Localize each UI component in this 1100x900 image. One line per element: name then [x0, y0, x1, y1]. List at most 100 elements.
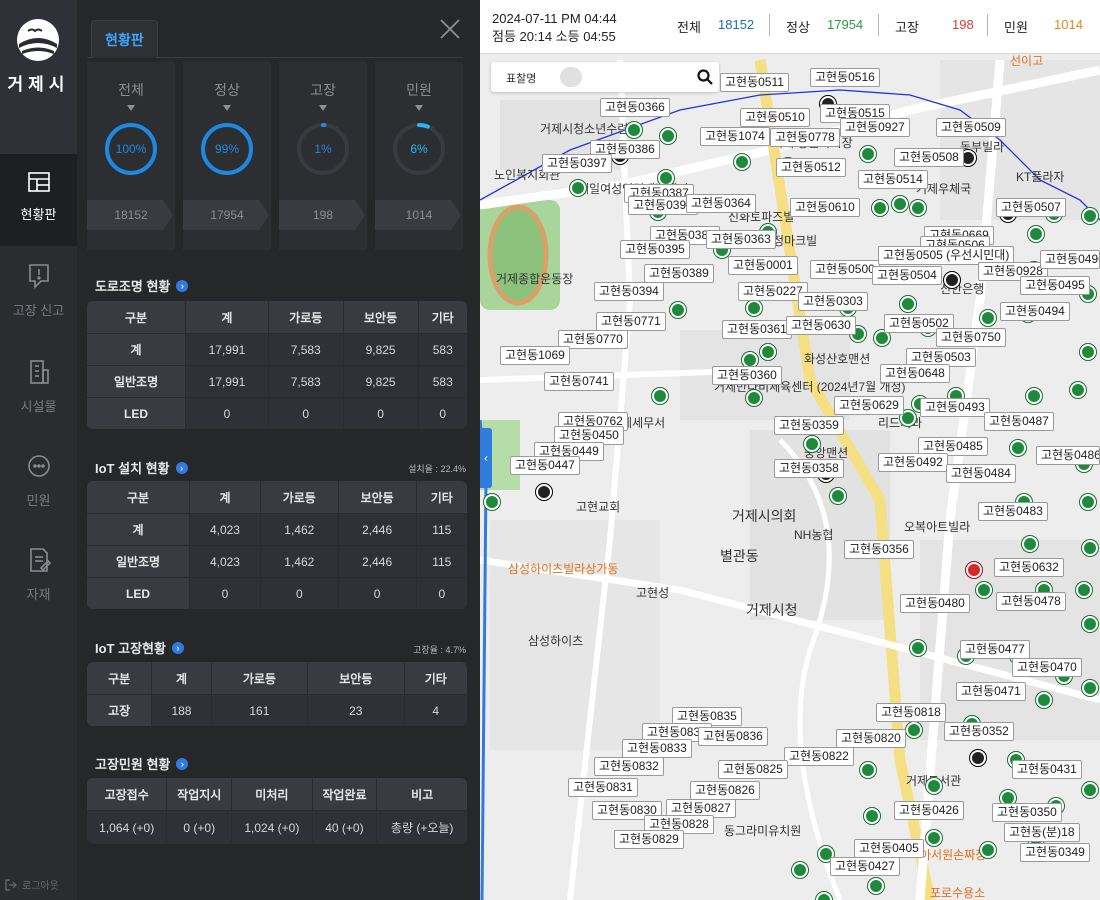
pole-label[interactable]: 고현동0364	[686, 194, 756, 213]
pole-label[interactable]: 고현동0492	[878, 453, 948, 472]
streetlight-marker[interactable]	[484, 494, 500, 510]
streetlight-marker[interactable]	[1082, 680, 1098, 696]
stat-fault[interactable]: 고장 1% 198	[279, 62, 367, 250]
streetlight-marker[interactable]	[1082, 616, 1098, 632]
pole-label[interactable]: 고현동0495	[1020, 276, 1090, 295]
stat-normal[interactable]: 정상 99% 17954	[183, 62, 271, 250]
pole-label[interactable]: 고현동0389	[644, 264, 714, 283]
pole-label[interactable]: 고현동1069	[500, 346, 570, 365]
info-icon[interactable]: ›	[176, 279, 189, 292]
stat-complaint[interactable]: 민원 6% 1014	[375, 62, 463, 250]
pole-label[interactable]: 고현동0359	[774, 416, 844, 435]
pole-label[interactable]: 고현동0352	[944, 722, 1014, 741]
nav-item-report[interactable]: 고장 신고	[0, 246, 77, 338]
streetlight-marker[interactable]	[626, 122, 642, 138]
pole-label[interactable]: 고현동0514	[858, 170, 928, 189]
streetlight-marker[interactable]	[1080, 494, 1096, 510]
streetlight-marker[interactable]	[860, 762, 876, 778]
nav-item-dashboard[interactable]: 현황판	[0, 154, 77, 246]
streetlight-marker[interactable]	[804, 436, 820, 452]
pole-label[interactable]: 고현동0470	[1012, 658, 1082, 677]
pole-label[interactable]: 고현동0648	[880, 364, 950, 383]
pole-label[interactable]: 고현동0405	[854, 839, 924, 858]
streetlight-marker[interactable]	[860, 146, 876, 162]
tab-dashboard[interactable]: 현황판	[91, 20, 158, 58]
pole-label[interactable]: 고현동0349	[1020, 843, 1090, 862]
streetlight-marker[interactable]	[536, 484, 552, 500]
streetlight-marker[interactable]	[1082, 782, 1098, 798]
streetlight-marker[interactable]	[900, 296, 916, 312]
pole-label[interactable]: 고현동0500	[810, 260, 880, 279]
streetlight-marker[interactable]	[1070, 382, 1086, 398]
streetlight-marker[interactable]	[970, 750, 986, 766]
stat-total[interactable]: 전체 100% 18152	[87, 62, 175, 250]
pole-label[interactable]: 고현동0394	[594, 282, 664, 301]
search-toggle[interactable]	[560, 67, 582, 87]
streetlight-marker[interactable]	[1080, 344, 1096, 360]
pole-label[interactable]: 고현동0508	[894, 148, 964, 167]
search-input[interactable]	[589, 66, 694, 88]
pole-label[interactable]: 고현동0831	[568, 778, 638, 797]
pole-label[interactable]: 고현동0832	[594, 757, 664, 776]
streetlight-marker[interactable]	[670, 302, 686, 318]
pole-label[interactable]: 고현동0360	[712, 366, 782, 385]
pole-label[interactable]: 고현동0778	[770, 128, 840, 147]
pole-label[interactable]: 고현동0629	[834, 396, 904, 415]
search-icon[interactable]	[697, 69, 713, 85]
pole-label[interactable]: 고현동0504	[872, 266, 942, 285]
streetlight-marker[interactable]	[910, 640, 926, 656]
streetlight-marker[interactable]	[652, 388, 668, 404]
streetlight-marker[interactable]	[966, 562, 982, 578]
streetlight-marker[interactable]	[926, 830, 942, 846]
streetlight-marker[interactable]	[792, 862, 808, 878]
pole-label[interactable]: 고현동0826	[690, 781, 760, 800]
streetlight-marker[interactable]	[980, 310, 996, 326]
streetlight-marker[interactable]	[910, 200, 926, 216]
pole-label[interactable]: 고현동0511	[720, 73, 789, 92]
pole-label[interactable]: 고현동0820	[836, 729, 906, 748]
pole-label[interactable]: 고현동0395	[620, 240, 690, 259]
pole-label[interactable]: 고현동0471	[956, 682, 1026, 701]
pole-label[interactable]: 고현동0750	[936, 328, 1006, 347]
pole-label[interactable]: 고현동0836	[698, 727, 768, 746]
streetlight-marker[interactable]	[1036, 692, 1052, 708]
nav-item-material[interactable]: 자재	[0, 530, 77, 622]
pole-label[interactable]: 고현동0483	[978, 502, 1048, 521]
streetlight-marker[interactable]	[660, 128, 676, 144]
pole-label[interactable]: 고현동0478	[996, 592, 1066, 611]
pole-label[interactable]: 고현동0493	[920, 398, 990, 417]
pole-label[interactable]: 고현동0480	[900, 594, 970, 613]
streetlight-marker[interactable]	[944, 272, 960, 288]
pole-label[interactable]: 고현동0507	[996, 198, 1066, 217]
panel-collapse-button[interactable]: ‹	[480, 428, 492, 488]
info-icon[interactable]: ›	[171, 641, 184, 654]
pole-label[interactable]: 고현동0427	[830, 857, 900, 876]
streetlight-marker[interactable]	[1028, 226, 1044, 242]
pole-label[interactable]: 고현동0632	[994, 558, 1064, 577]
streetlight-marker[interactable]	[760, 344, 776, 360]
pole-label[interactable]: 고현동0358	[774, 459, 844, 478]
map-view[interactable]: 2024-07-11 PM 04:44 점등 20:14 소등 04:55 전체…	[480, 0, 1100, 900]
streetlight-marker[interactable]	[892, 196, 908, 212]
logo[interactable]: 거제시	[0, 0, 77, 154]
pole-label[interactable]: 고현동0303	[798, 292, 868, 311]
pole-label[interactable]: 고현동0833	[622, 739, 692, 758]
pole-label[interactable]: 고현동0610	[790, 198, 860, 217]
streetlight-marker[interactable]	[734, 154, 750, 170]
streetlight-marker[interactable]	[864, 808, 880, 824]
pole-label[interactable]: 고현동0510	[740, 108, 810, 127]
streetlight-marker[interactable]	[1076, 582, 1092, 598]
streetlight-marker[interactable]	[746, 390, 762, 406]
pole-label[interactable]: 고현동0484	[946, 464, 1016, 483]
pole-label[interactable]: 고현동0829	[614, 830, 684, 849]
pole-label[interactable]: 고현동0516	[810, 68, 880, 87]
pole-label[interactable]: 고현동0477	[960, 640, 1030, 659]
pole-label[interactable]: 고현동0496	[1040, 250, 1100, 269]
streetlight-marker[interactable]	[830, 488, 846, 504]
streetlight-marker[interactable]	[570, 180, 586, 196]
pole-label[interactable]: 고현동0363	[706, 230, 776, 249]
pole-label[interactable]: 고현동0486	[1036, 446, 1100, 465]
pole-label[interactable]: 고현동0825	[718, 760, 788, 779]
pole-label[interactable]: 고현동0001	[728, 256, 798, 275]
pole-label[interactable]: 고현동0927	[840, 118, 910, 137]
